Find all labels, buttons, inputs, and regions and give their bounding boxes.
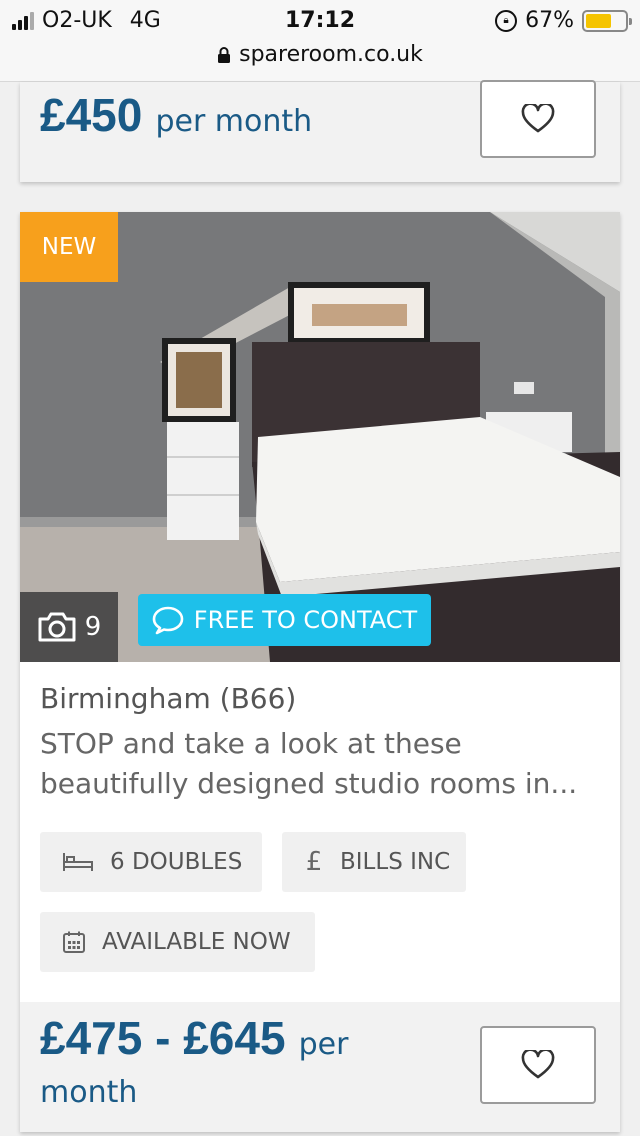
calendar-icon: [62, 930, 86, 954]
battery-icon: [582, 9, 632, 32]
speech-bubble-icon: [152, 606, 184, 635]
listing-footer: £475 - £645 per month: [20, 1002, 620, 1132]
price-period: per month: [155, 104, 313, 139]
price-period-per: per: [298, 1027, 349, 1062]
bills-chip-label: BILLS INC: [340, 849, 451, 875]
padlock-icon: [218, 46, 231, 63]
save-favourite-button[interactable]: [480, 80, 596, 158]
bed-icon: [62, 850, 94, 874]
listing-card[interactable]: NEW 9 FREE TO CONTACT Birmingham (B66) S…: [20, 212, 620, 1132]
listing-card-previous[interactable]: £450 per month: [20, 80, 620, 182]
rooms-chip-label: 6 DOUBLES: [110, 849, 243, 875]
heart-icon: [521, 1050, 555, 1079]
pound-icon: £: [305, 847, 323, 877]
status-right: 🔒︎ 67%: [495, 8, 632, 33]
listing-title[interactable]: Birmingham (B66): [40, 682, 296, 715]
photo-count[interactable]: 9: [20, 592, 118, 662]
heart-icon: [521, 104, 555, 133]
new-badge: NEW: [20, 212, 118, 282]
battery-fill: [586, 13, 612, 28]
listing-description: STOP and take a look at these beautifull…: [40, 727, 578, 800]
status-bar: O2-UK 4G 17:12 🔒︎ 67% spareroom.co.uk: [0, 0, 640, 82]
rooms-chip: 6 DOUBLES: [40, 832, 262, 892]
save-favourite-button[interactable]: [480, 1026, 596, 1104]
battery-percent: 67%: [525, 8, 574, 33]
address-bar[interactable]: spareroom.co.uk: [0, 42, 640, 67]
availability-chip-label: AVAILABLE NOW: [102, 929, 291, 955]
price-range-amount: £475 - £645: [40, 1012, 286, 1064]
free-to-contact-label: FREE TO CONTACT: [193, 606, 418, 634]
price-row: £450 per month: [40, 88, 312, 142]
price-amount: £450: [40, 89, 143, 141]
free-to-contact-badge: FREE TO CONTACT: [138, 594, 431, 646]
url-text: spareroom.co.uk: [239, 42, 423, 67]
listing-photo[interactable]: NEW 9 FREE TO CONTACT: [20, 212, 620, 662]
camera-icon: [38, 612, 76, 642]
orientation-lock-icon: 🔒︎: [495, 9, 518, 32]
availability-chip: AVAILABLE NOW: [40, 912, 315, 972]
price-period-month: month: [40, 1075, 138, 1110]
photo-count-value: 9: [84, 612, 102, 642]
bills-chip: £ BILLS INC: [282, 832, 466, 892]
price-range: £475 - £645 per month: [40, 1015, 460, 1119]
